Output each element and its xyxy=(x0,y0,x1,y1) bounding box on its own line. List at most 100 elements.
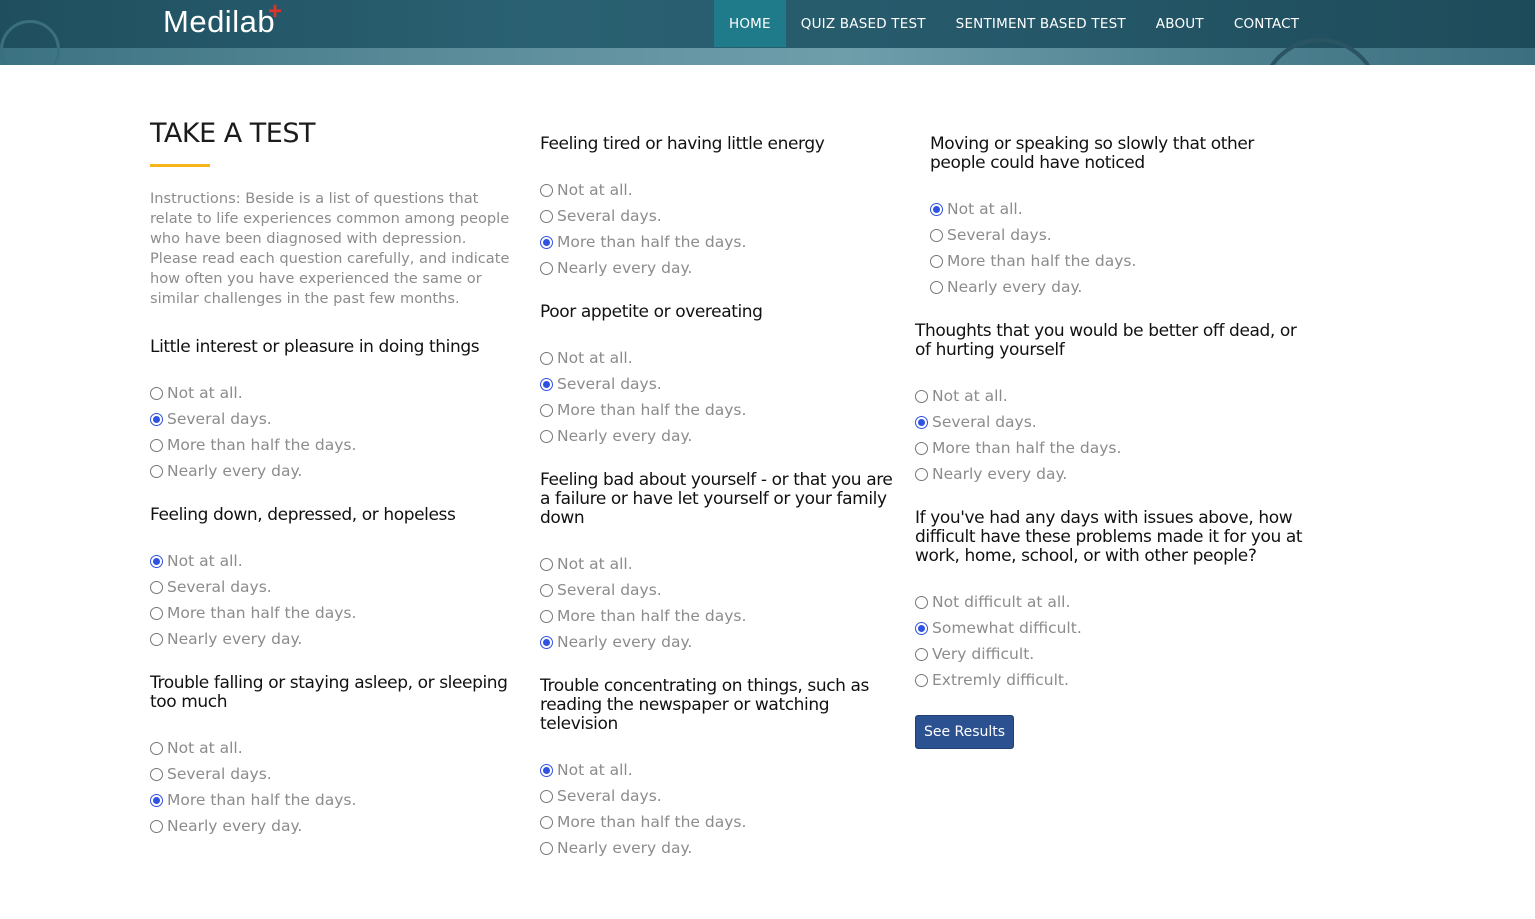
question-4-label: Feeling tired or having little energy xyxy=(540,134,825,154)
site-logo[interactable]: Medilab xyxy=(163,4,275,44)
radio-button[interactable] xyxy=(150,632,163,646)
question-2-option-2[interactable]: Several days. xyxy=(150,576,272,598)
radio-button[interactable] xyxy=(150,438,163,452)
question-3-option-4[interactable]: Nearly every day. xyxy=(150,815,302,837)
radio-button[interactable] xyxy=(540,841,553,855)
question-2-option-4[interactable]: Nearly every day. xyxy=(150,628,302,650)
option-label: Not at all. xyxy=(167,552,243,570)
radio-button[interactable] xyxy=(930,280,943,294)
question-4-option-4[interactable]: Nearly every day. xyxy=(540,257,692,279)
question-6-option-2[interactable]: Several days. xyxy=(540,579,662,601)
radio-button[interactable] xyxy=(540,557,553,571)
question-5-option-1[interactable]: Not at all. xyxy=(540,347,633,369)
radio-button[interactable] xyxy=(930,254,943,268)
question-6-label: Feeling bad about yourself - or that you… xyxy=(540,470,893,528)
question-8-option-2[interactable]: Several days. xyxy=(930,224,1052,246)
radio-button[interactable] xyxy=(150,793,163,807)
nav-item-contact[interactable]: CONTACT xyxy=(1219,0,1314,47)
option-label: Very difficult. xyxy=(932,645,1035,663)
question-5-label: Poor appetite or overeating xyxy=(540,302,763,322)
question-7-option-4[interactable]: Nearly every day. xyxy=(540,837,692,859)
radio-button[interactable] xyxy=(540,377,553,391)
radio-button[interactable] xyxy=(540,609,553,623)
radio-button[interactable] xyxy=(540,583,553,597)
radio-button[interactable] xyxy=(540,183,553,197)
question-8-option-4[interactable]: Nearly every day. xyxy=(930,276,1082,298)
radio-button[interactable] xyxy=(540,235,553,249)
question-6-option-3[interactable]: More than half the days. xyxy=(540,605,746,627)
question-4-option-3[interactable]: More than half the days. xyxy=(540,231,746,253)
question-9-option-3[interactable]: More than half the days. xyxy=(915,437,1121,459)
radio-button[interactable] xyxy=(150,819,163,833)
radio-button[interactable] xyxy=(915,467,928,481)
question-10-option-4[interactable]: Extremly difficult. xyxy=(915,669,1069,691)
nav-item-sentiment-based-test[interactable]: SENTIMENT BASED TEST xyxy=(941,0,1141,47)
question-7-option-1[interactable]: Not at all. xyxy=(540,759,633,781)
question-3-option-2[interactable]: Several days. xyxy=(150,763,272,785)
radio-button[interactable] xyxy=(540,261,553,275)
question-9-option-4[interactable]: Nearly every day. xyxy=(915,463,1067,485)
question-9-option-2[interactable]: Several days. xyxy=(915,411,1037,433)
radio-button[interactable] xyxy=(150,606,163,620)
radio-button[interactable] xyxy=(150,741,163,755)
question-1-option-3[interactable]: More than half the days. xyxy=(150,434,356,456)
question-10-option-2[interactable]: Somewhat difficult. xyxy=(915,617,1082,639)
question-3-option-3[interactable]: More than half the days. xyxy=(150,789,356,811)
nav-item-quiz-based-test[interactable]: QUIZ BASED TEST xyxy=(786,0,941,47)
question-10-option-1[interactable]: Not difficult at all. xyxy=(915,591,1070,613)
radio-button[interactable] xyxy=(915,415,928,429)
radio-button[interactable] xyxy=(150,464,163,478)
question-7-option-2[interactable]: Several days. xyxy=(540,785,662,807)
radio-button[interactable] xyxy=(540,815,553,829)
nav-item-home[interactable]: HOME xyxy=(714,0,786,47)
option-label: Nearly every day. xyxy=(947,278,1083,296)
question-4-option-1[interactable]: Not at all. xyxy=(540,179,633,201)
question-2-option-3[interactable]: More than half the days. xyxy=(150,602,356,624)
option-label: Nearly every day. xyxy=(167,630,303,648)
question-8-option-1[interactable]: Not at all. xyxy=(930,198,1023,220)
radio-button[interactable] xyxy=(540,429,553,443)
question-5-option-3[interactable]: More than half the days. xyxy=(540,399,746,421)
radio-button[interactable] xyxy=(915,389,928,403)
radio-button[interactable] xyxy=(915,673,928,687)
radio-button[interactable] xyxy=(540,209,553,223)
question-9-option-1[interactable]: Not at all. xyxy=(915,385,1008,407)
question-8-option-3[interactable]: More than half the days. xyxy=(930,250,1136,272)
radio-button[interactable] xyxy=(150,767,163,781)
question-1-option-2[interactable]: Several days. xyxy=(150,408,272,430)
radio-button[interactable] xyxy=(150,554,163,568)
radio-button[interactable] xyxy=(540,763,553,777)
radio-button[interactable] xyxy=(915,441,928,455)
question-1-option-4[interactable]: Nearly every day. xyxy=(150,460,302,482)
radio-button[interactable] xyxy=(915,621,928,635)
question-7-option-3[interactable]: More than half the days. xyxy=(540,811,746,833)
question-2-option-1[interactable]: Not at all. xyxy=(150,550,243,572)
question-1-option-1[interactable]: Not at all. xyxy=(150,382,243,404)
radio-button[interactable] xyxy=(150,386,163,400)
option-label: Not at all. xyxy=(557,181,633,199)
radio-button[interactable] xyxy=(150,580,163,594)
logo-plus-icon: + xyxy=(268,0,283,25)
nav-item-about[interactable]: ABOUT xyxy=(1141,0,1219,47)
see-results-button[interactable]: See Results xyxy=(915,715,1014,749)
radio-button[interactable] xyxy=(930,202,943,216)
option-label: Not at all. xyxy=(947,200,1023,218)
radio-button[interactable] xyxy=(915,595,928,609)
question-4-option-2[interactable]: Several days. xyxy=(540,205,662,227)
radio-button[interactable] xyxy=(930,228,943,242)
radio-button[interactable] xyxy=(915,647,928,661)
option-label: Several days. xyxy=(557,375,662,393)
radio-button[interactable] xyxy=(540,351,553,365)
radio-button[interactable] xyxy=(540,635,553,649)
question-5-option-2[interactable]: Several days. xyxy=(540,373,662,395)
question-3-option-1[interactable]: Not at all. xyxy=(150,737,243,759)
radio-button[interactable] xyxy=(540,789,553,803)
radio-button[interactable] xyxy=(150,412,163,426)
question-10-option-3[interactable]: Very difficult. xyxy=(915,643,1034,665)
instructions-text: Instructions: Beside is a list of questi… xyxy=(150,190,510,307)
question-6-option-1[interactable]: Not at all. xyxy=(540,553,633,575)
radio-button[interactable] xyxy=(540,403,553,417)
question-6-option-4[interactable]: Nearly every day. xyxy=(540,631,692,653)
title-underline xyxy=(150,164,210,167)
question-5-option-4[interactable]: Nearly every day. xyxy=(540,425,692,447)
